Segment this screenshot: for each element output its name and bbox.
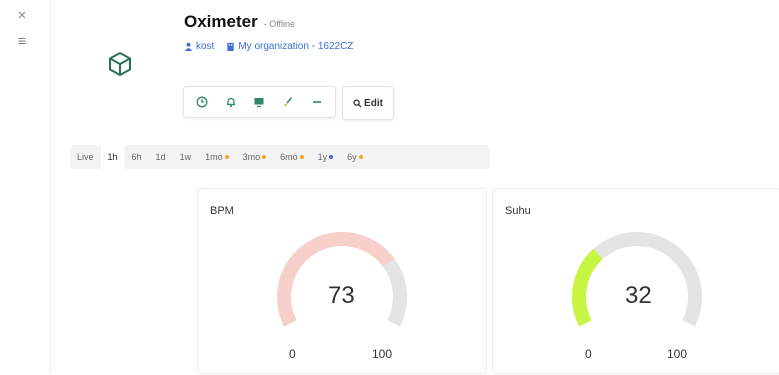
range-option-label: 1d <box>155 152 166 162</box>
gauge-widget-suhu[interactable]: Suhu 32 0 100 <box>492 188 779 374</box>
premium-dot-icon <box>299 155 304 159</box>
building-icon <box>227 42 234 51</box>
range-option[interactable]: 1h <box>100 145 125 169</box>
range-option[interactable]: 6y <box>340 145 370 169</box>
range-option-label: Live <box>77 152 94 162</box>
gauge-widget-bpm[interactable]: BPM 73 0 100 <box>197 188 487 374</box>
organization-link[interactable]: My organization - 1622CZ <box>226 41 353 52</box>
gauge-max: 100 <box>667 347 688 361</box>
device-title-row: Oximeter - Offline <box>184 12 295 32</box>
organization-label: My organization - 1622CZ <box>238 41 354 52</box>
owner-label: kost <box>196 41 215 52</box>
range-option-label: 6h <box>131 152 142 162</box>
gauge-min: 0 <box>585 347 592 361</box>
edit-button[interactable]: Edit <box>342 86 394 120</box>
range-option-label: 1h <box>107 152 118 162</box>
range-option[interactable]: 6h <box>125 145 149 169</box>
gauge-max: 100 <box>372 347 393 361</box>
search-edit-icon <box>353 98 362 108</box>
close-icon[interactable]: × <box>12 8 32 24</box>
menu-icon[interactable]: ≡ <box>12 34 32 50</box>
premium-dot-icon <box>329 155 334 159</box>
premium-dot-icon <box>224 155 229 159</box>
range-option[interactable]: 1y <box>311 145 341 169</box>
range-option-label: 6mo <box>280 152 298 162</box>
device-title: Oximeter <box>184 12 258 31</box>
edit-label: Edit <box>364 97 383 109</box>
premium-dot-icon <box>262 155 267 159</box>
brush-icon[interactable] <box>279 93 297 111</box>
owner-link[interactable]: kost <box>184 41 214 52</box>
device-image-card <box>70 10 175 120</box>
gauge-min: 0 <box>289 347 296 361</box>
cube-icon <box>109 52 131 76</box>
range-option-label: 1w <box>179 152 192 162</box>
gauge-value: 73 <box>328 282 355 309</box>
range-option[interactable]: 6mo <box>273 145 311 169</box>
device-meta: kost My organization - 1622CZ <box>184 41 353 52</box>
range-option-label: 1y <box>317 152 328 162</box>
range-option-label: 3mo <box>242 152 261 162</box>
left-rail: × ≡ <box>0 0 51 374</box>
time-range-selector: Live 1h 6h 1d 1w 1mo 3mo 6mo 1y 6y <box>70 145 490 169</box>
range-option[interactable]: 1d <box>149 145 173 169</box>
range-option[interactable]: 3mo <box>236 145 274 169</box>
range-option-label: 6y <box>347 152 357 162</box>
gauge-fill <box>572 248 604 327</box>
gauge-value: 32 <box>625 282 652 309</box>
bell-icon[interactable] <box>222 93 240 111</box>
dashboard-icon[interactable] <box>250 93 268 111</box>
range-option[interactable]: Live <box>70 145 101 169</box>
range-option[interactable]: 1w <box>173 145 199 169</box>
range-option-label: 1mo <box>205 152 223 162</box>
user-icon <box>184 42 193 51</box>
range-option[interactable]: 1mo <box>198 145 236 169</box>
clock-icon[interactable] <box>193 93 211 111</box>
more-icon[interactable] <box>308 93 326 111</box>
premium-dot-icon <box>358 155 363 159</box>
device-status: - Offline <box>263 19 296 29</box>
device-toolbar <box>183 86 336 118</box>
